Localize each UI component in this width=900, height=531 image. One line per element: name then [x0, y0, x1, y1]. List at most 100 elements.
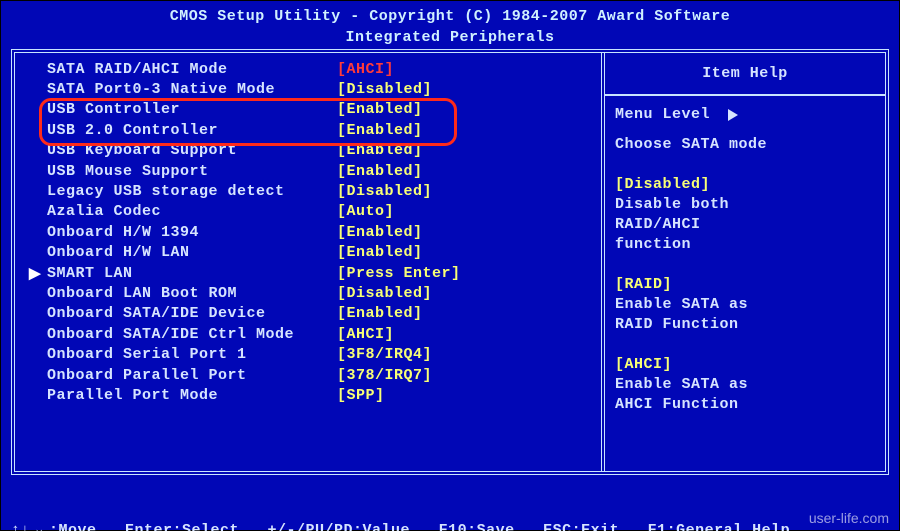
setting-label: Azalia Codec: [47, 203, 337, 220]
setting-row[interactable]: Onboard H/W LAN[Enabled]: [29, 243, 601, 263]
bracket-open: [: [337, 81, 347, 98]
submenu-arrow-icon: [29, 244, 47, 261]
setting-row[interactable]: USB Controller[Enabled]: [29, 100, 601, 120]
setting-label: SMART LAN: [47, 265, 337, 282]
setting-value-text: 3F8/IRQ4: [347, 346, 423, 363]
bracket-close: ]: [451, 265, 461, 282]
submenu-arrow-icon: ▶: [29, 264, 47, 283]
setting-value-text: Auto: [347, 203, 385, 220]
submenu-arrow-icon: [29, 285, 47, 302]
header-line-2: Integrated Peripherals: [11, 28, 889, 47]
setting-row[interactable]: Parallel Port Mode[SPP]: [29, 385, 601, 405]
setting-value[interactable]: [Auto]: [337, 203, 394, 220]
setting-value[interactable]: [AHCI]: [337, 326, 394, 343]
setting-value-text: Press Enter: [347, 265, 452, 282]
setting-value[interactable]: [Disabled]: [337, 81, 432, 98]
submenu-arrow-icon: [29, 163, 47, 180]
triangle-right-icon: [728, 109, 738, 121]
setting-label: Onboard LAN Boot ROM: [47, 285, 337, 302]
bracket-open: [: [337, 265, 347, 282]
footer-line-1: ↑↓→←:Move Enter:Select +/-/PU/PD:Value F…: [11, 521, 889, 531]
bracket-close: ]: [413, 163, 423, 180]
help-opt2-l1: Enable SATA as: [615, 295, 875, 315]
submenu-arrow-icon: [29, 183, 47, 200]
bracket-close: ]: [385, 61, 395, 78]
setting-label: USB 2.0 Controller: [47, 122, 337, 139]
setting-row[interactable]: Onboard H/W 1394[Enabled]: [29, 222, 601, 242]
bracket-close: ]: [413, 244, 423, 261]
setting-value-text: Enabled: [347, 163, 414, 180]
setting-row[interactable]: USB Mouse Support[Enabled]: [29, 161, 601, 181]
bracket-close: ]: [385, 326, 395, 343]
setting-value[interactable]: [Enabled]: [337, 163, 423, 180]
setting-row[interactable]: Onboard LAN Boot ROM[Disabled]: [29, 283, 601, 303]
help-opt3-l2: AHCI Function: [615, 395, 875, 415]
help-opt1-l3: function: [615, 235, 875, 255]
setting-value[interactable]: [Enabled]: [337, 142, 423, 159]
setting-row[interactable]: Onboard Parallel Port[378/IRQ7]: [29, 365, 601, 385]
setting-label: Onboard Serial Port 1: [47, 346, 337, 363]
bracket-close: ]: [413, 142, 423, 159]
bracket-open: [: [337, 203, 347, 220]
setting-value[interactable]: [SPP]: [337, 387, 385, 404]
bracket-close: ]: [413, 224, 423, 241]
bracket-open: [: [337, 387, 347, 404]
setting-value[interactable]: [Disabled]: [337, 285, 432, 302]
setting-row[interactable]: Onboard SATA/IDE Device[Enabled]: [29, 304, 601, 324]
setting-row[interactable]: ▶SMART LAN[Press Enter]: [29, 263, 601, 283]
setting-value-text: Disabled: [347, 285, 423, 302]
bracket-open: [: [337, 224, 347, 241]
setting-value-text: Enabled: [347, 305, 414, 322]
setting-value[interactable]: [Enabled]: [337, 122, 423, 139]
setting-value-text: 378/IRQ7: [347, 367, 423, 384]
help-opt1-l2: RAID/AHCI: [615, 215, 875, 235]
bracket-open: [: [337, 163, 347, 180]
setting-value[interactable]: [Enabled]: [337, 224, 423, 241]
submenu-arrow-icon: [29, 224, 47, 241]
setting-value-text: Enabled: [347, 244, 414, 261]
setting-value-text: Enabled: [347, 122, 414, 139]
setting-row[interactable]: Azalia Codec[Auto]: [29, 202, 601, 222]
setting-value[interactable]: [AHCI]: [337, 61, 394, 78]
setting-value-text: AHCI: [347, 326, 385, 343]
bracket-open: [: [337, 101, 347, 118]
bracket-open: [: [337, 367, 347, 384]
help-body: Choose SATA mode [Disabled] Disable both…: [615, 135, 875, 415]
setting-value[interactable]: [Disabled]: [337, 183, 432, 200]
bracket-open: [: [337, 346, 347, 363]
menu-level-label: Menu Level: [615, 106, 710, 123]
submenu-arrow-icon: [29, 142, 47, 159]
bracket-open: [: [337, 305, 347, 322]
setting-row[interactable]: USB Keyboard Support[Enabled]: [29, 141, 601, 161]
setting-row[interactable]: SATA RAID/AHCI Mode[AHCI]: [29, 59, 601, 79]
setting-value[interactable]: [Enabled]: [337, 305, 423, 322]
setting-row[interactable]: Onboard SATA/IDE Ctrl Mode[AHCI]: [29, 324, 601, 344]
help-opt1-head: [Disabled]: [615, 175, 875, 195]
help-opt1-l1: Disable both: [615, 195, 875, 215]
setting-value[interactable]: [Enabled]: [337, 101, 423, 118]
bracket-open: [: [337, 326, 347, 343]
help-opt2-l2: RAID Function: [615, 315, 875, 335]
setting-row[interactable]: USB 2.0 Controller[Enabled]: [29, 120, 601, 140]
setting-label: SATA RAID/AHCI Mode: [47, 61, 337, 78]
bracket-close: ]: [413, 101, 423, 118]
setting-label: Onboard H/W 1394: [47, 224, 337, 241]
setting-row[interactable]: SATA Port0-3 Native Mode[Disabled]: [29, 79, 601, 99]
submenu-arrow-icon: [29, 367, 47, 384]
submenu-arrow-icon: [29, 122, 47, 139]
bracket-close: ]: [413, 122, 423, 139]
setting-row[interactable]: Onboard Serial Port 1[3F8/IRQ4]: [29, 344, 601, 364]
setting-row[interactable]: Legacy USB storage detect[Disabled]: [29, 181, 601, 201]
setting-value-text: Disabled: [347, 81, 423, 98]
setting-value[interactable]: [Press Enter]: [337, 265, 461, 282]
help-choose: Choose SATA mode: [615, 135, 875, 155]
setting-value[interactable]: [Enabled]: [337, 244, 423, 261]
submenu-arrow-icon: [29, 387, 47, 404]
setting-value[interactable]: [3F8/IRQ4]: [337, 346, 432, 363]
bracket-close: ]: [423, 81, 433, 98]
submenu-arrow-icon: [29, 203, 47, 220]
submenu-arrow-icon: [29, 61, 47, 78]
submenu-arrow-icon: [29, 305, 47, 322]
setting-value[interactable]: [378/IRQ7]: [337, 367, 432, 384]
main-box: SATA RAID/AHCI Mode[AHCI] SATA Port0-3 N…: [11, 49, 889, 475]
